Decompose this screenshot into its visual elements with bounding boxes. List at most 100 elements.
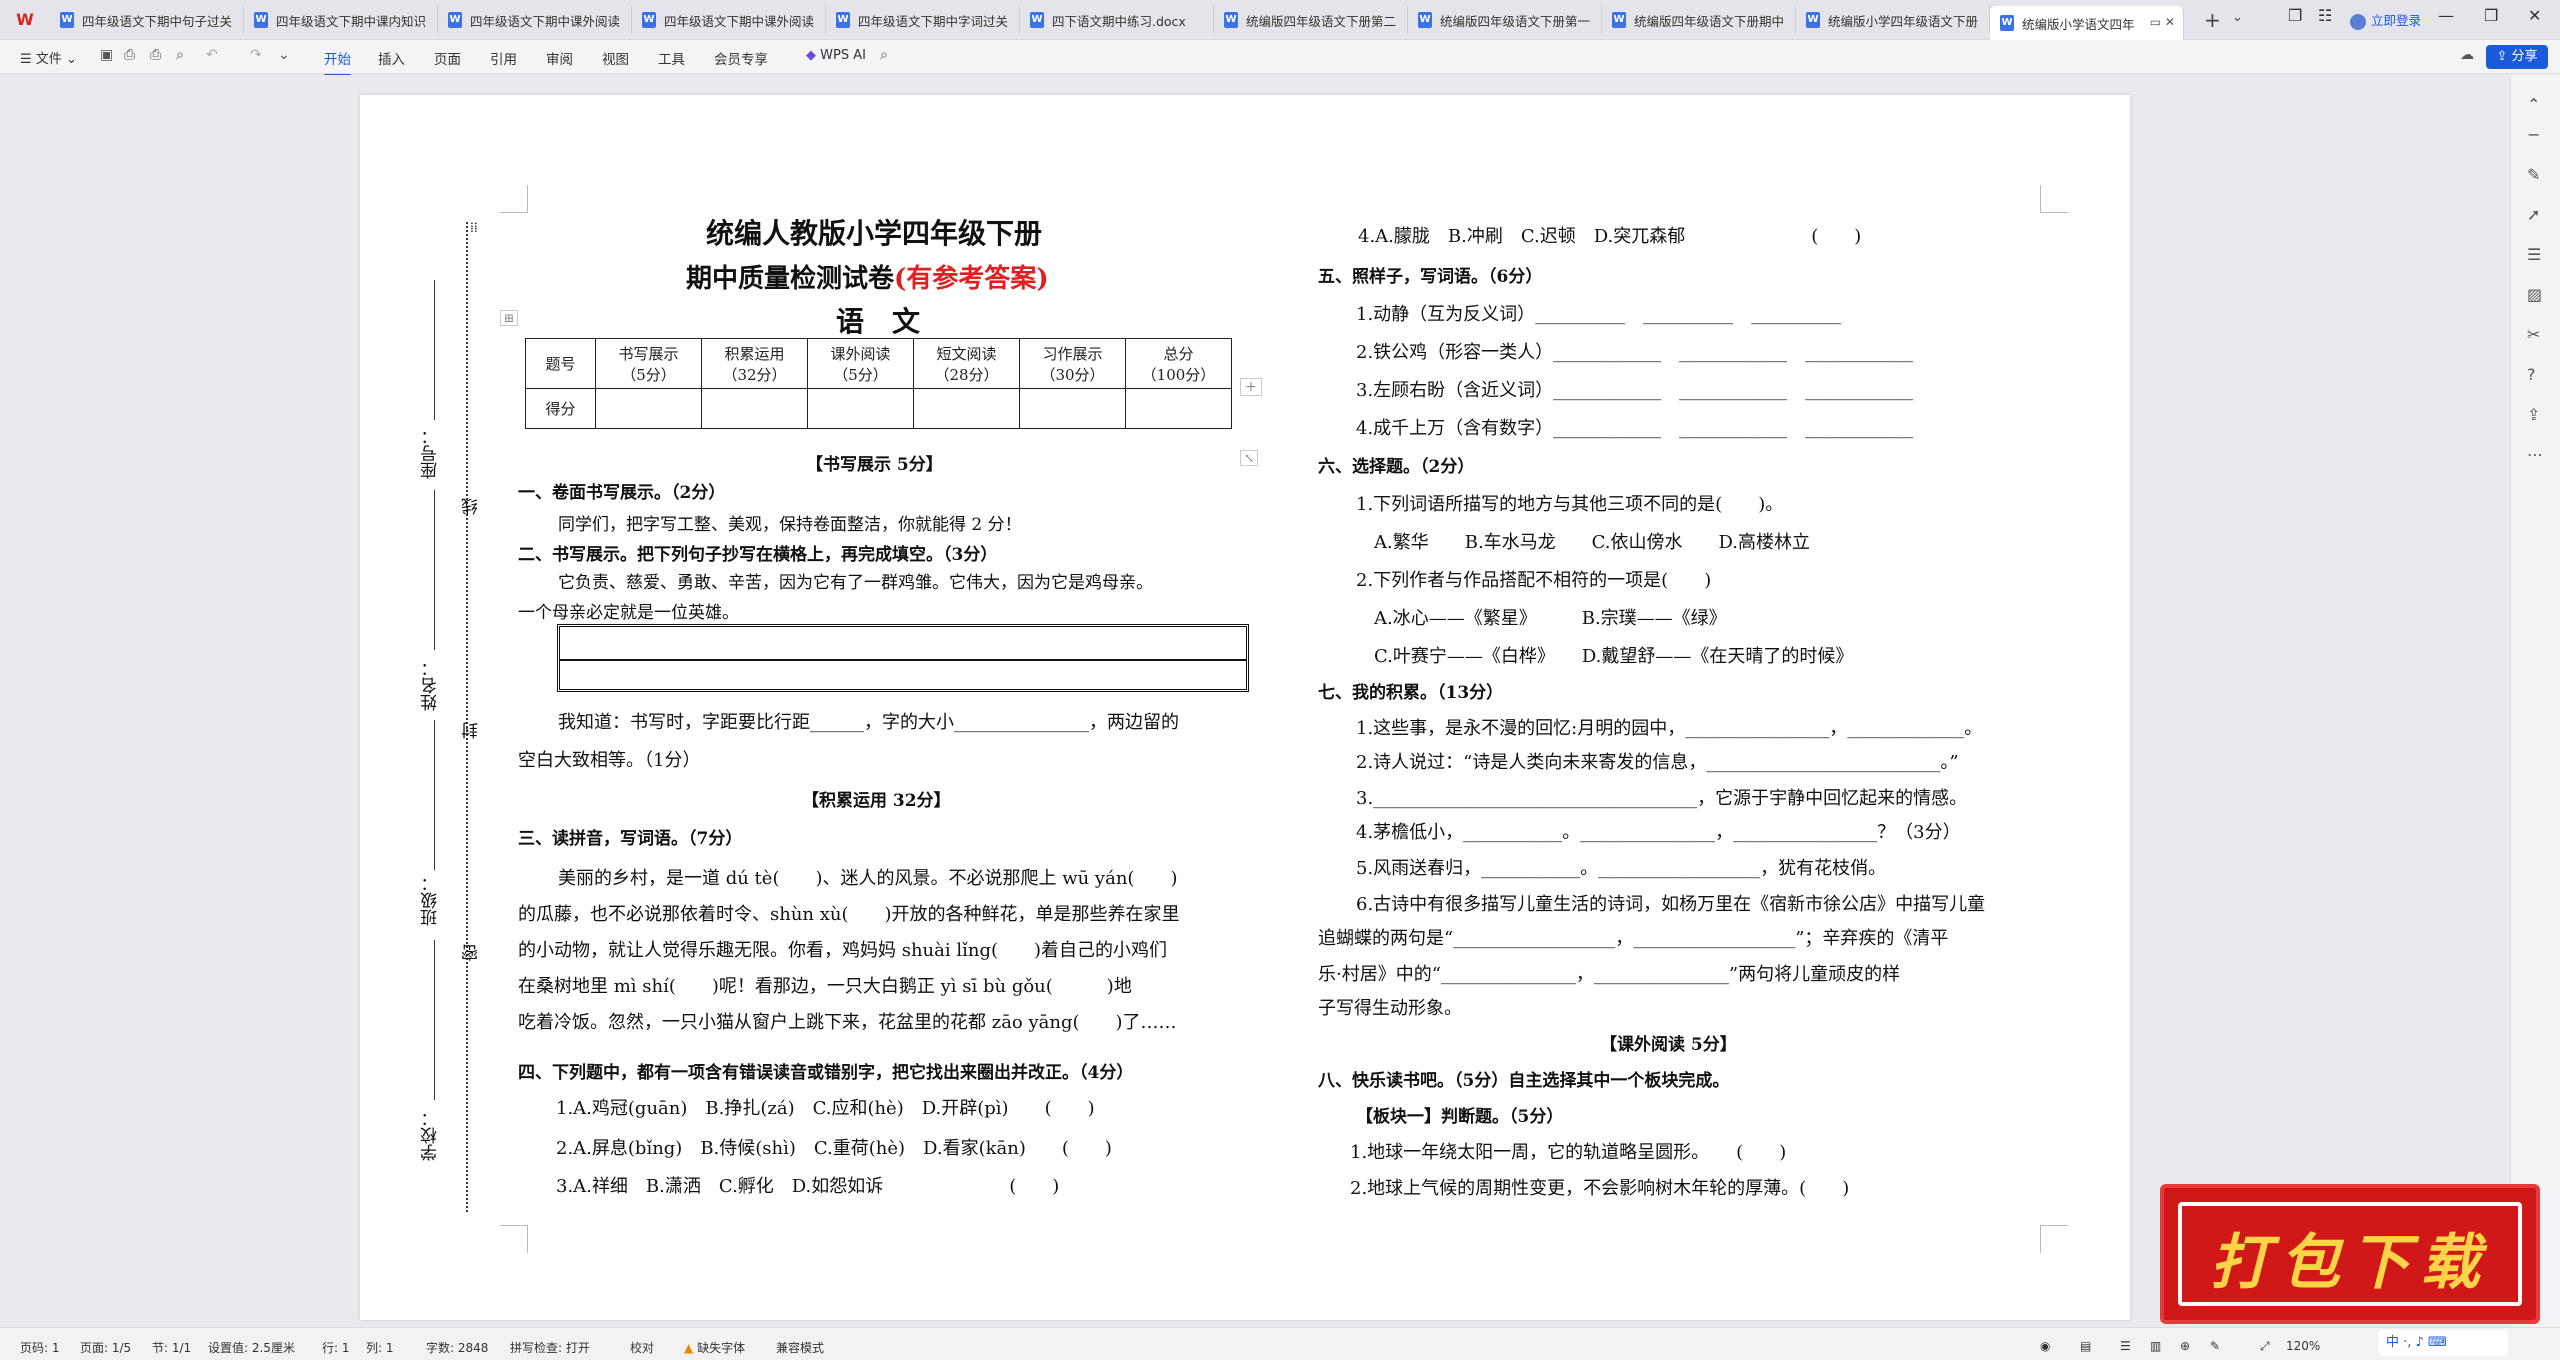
- help-icon[interactable]: ?: [2527, 365, 2536, 384]
- share-button[interactable]: ⇪ 分享: [2486, 45, 2548, 69]
- table-cell[interactable]: [913, 388, 1020, 429]
- tab-label: 四年级语文下期中句子过关: [82, 13, 233, 29]
- minus-icon[interactable]: −: [2527, 125, 2540, 144]
- tab-page[interactable]: 页面: [434, 48, 461, 68]
- status-proof[interactable]: 校对: [630, 1339, 654, 1356]
- table-header-text: 题号: [545, 355, 576, 373]
- status-col[interactable]: 列: 1: [366, 1339, 394, 1356]
- table-header-text: 短文阅读: [936, 344, 997, 363]
- fit-page-icon[interactable]: ⤢: [2260, 1339, 2270, 1354]
- writing-grid[interactable]: [557, 624, 1249, 692]
- tools-icon[interactable]: ✂: [2527, 325, 2540, 344]
- collapse-chevron-icon[interactable]: ⌃: [2527, 95, 2540, 114]
- question-heading: 六、选择题。（2分）: [1318, 457, 1475, 477]
- name-label: 姓名：: [421, 660, 441, 711]
- customize-chevron-icon[interactable]: ⌄: [278, 47, 290, 63]
- table-resize-icon[interactable]: ⤡: [1240, 450, 1259, 466]
- question-heading: 四、下列题中，都有一项含有错误读音或错别字，把它找出来圈出并改正。（4分）: [518, 1063, 1134, 1083]
- status-row[interactable]: 行: 1: [322, 1339, 350, 1356]
- close-icon[interactable]: ▭ ✕: [2150, 15, 2175, 29]
- ribbon: ☰ 文件 ⌄ ▣ ⎙ ⎙ ⌕ ↶ ↷ ⌄ 开始 插入 页面 引用 审阅 视图 工…: [0, 40, 2560, 77]
- doc-tab-active[interactable]: W 统编版小学语文四年 ▭ ✕: [1990, 6, 2184, 40]
- status-pages[interactable]: 页面: 1/5: [80, 1339, 131, 1356]
- tab-tools[interactable]: 工具: [658, 48, 685, 68]
- table-header-text: 习作展示: [1042, 344, 1103, 363]
- save-icon[interactable]: ▣: [100, 47, 113, 63]
- status-page[interactable]: 页码: 1: [20, 1339, 60, 1356]
- new-tab-plus-icon[interactable]: +: [2204, 8, 2221, 32]
- doc-tab[interactable]: W 四年级语文下期中课内知识: [244, 6, 438, 34]
- file-menu[interactable]: ☰ 文件 ⌄: [20, 48, 77, 67]
- tab-insert[interactable]: 插入: [378, 48, 405, 68]
- choice-line: C.叶赛宁——《白桦》 D.戴望舒——《在天晴了的时候》: [1374, 646, 1854, 667]
- doc-tab[interactable]: W 四年级语文下期中课外阅读: [438, 6, 632, 34]
- download-banner[interactable]: 打包下载: [2160, 1184, 2540, 1324]
- upload-icon[interactable]: ⇪: [2527, 405, 2540, 424]
- status-setting[interactable]: 设置值: 2.5厘米: [208, 1339, 295, 1356]
- table-cell[interactable]: [595, 388, 702, 429]
- wps-logo-icon[interactable]: W: [12, 8, 38, 32]
- tab-member[interactable]: 会员专享: [714, 48, 768, 68]
- anchor-handle-icon[interactable]: ⁞⁞: [470, 220, 478, 237]
- table-cell[interactable]: [701, 388, 808, 429]
- minimize-icon[interactable]: —: [2438, 6, 2454, 25]
- write-mode-icon[interactable]: ✎: [2210, 1339, 2220, 1353]
- doc-tab[interactable]: W 四年级语文下期中字词过关: [826, 6, 1020, 34]
- seal-line-char: 封: [462, 722, 482, 739]
- close-window-icon[interactable]: ✕: [2528, 6, 2541, 25]
- ime-toolbar[interactable]: 中 ·, ♪ ⌨: [2378, 1330, 2508, 1356]
- choice-line: A.繁华 B.车水马龙 C.依山傍水 D.高楼林立: [1374, 532, 1811, 553]
- maximize-icon[interactable]: ❐: [2484, 6, 2498, 25]
- tab-bar: W W 四年级语文下期中句子过关 W 四年级语文下期中课内知识 W 四年级语文下期中课…: [0, 0, 2560, 40]
- outline-view-icon[interactable]: ☰: [2120, 1339, 2131, 1353]
- tab-review[interactable]: 审阅: [546, 48, 573, 68]
- doc-tab[interactable]: W 四年级语文下期中句子过关: [50, 6, 244, 34]
- table-cell[interactable]: [1019, 388, 1126, 429]
- status-words[interactable]: 字数: 2848: [426, 1339, 488, 1356]
- table-move-handle-icon[interactable]: ⊞: [500, 310, 519, 326]
- word-doc-icon: W: [836, 12, 850, 28]
- doc-tab[interactable]: W 统编版小学四年级语文下册: [1796, 6, 1990, 34]
- status-font-missing[interactable]: ▲ 缺失字体: [684, 1339, 745, 1356]
- print-icon[interactable]: ⎙: [150, 47, 161, 63]
- undo-icon[interactable]: ↶: [206, 47, 218, 63]
- window-layout-icon[interactable]: ❐: [2288, 6, 2302, 25]
- tab-home[interactable]: 开始: [324, 48, 351, 77]
- zoom-level[interactable]: 120%: [2286, 1339, 2320, 1353]
- doc-tab[interactable]: W 四下语文期中练习.docx: [1020, 6, 1214, 34]
- redo-icon[interactable]: ↷: [250, 47, 262, 63]
- cursor-icon[interactable]: ➚: [2527, 205, 2540, 224]
- status-section[interactable]: 节: 1/1: [152, 1339, 191, 1356]
- table-header: 短文阅读 （28分）: [913, 338, 1020, 389]
- doc-tab[interactable]: W 四年级语文下期中课外阅读: [632, 6, 826, 34]
- more-icon[interactable]: ⋯: [2527, 445, 2543, 464]
- add-column-plus-icon[interactable]: +: [1240, 378, 1262, 396]
- doc-tab[interactable]: W 统编版四年级语文下册第二: [1214, 6, 1408, 34]
- status-compat[interactable]: 兼容模式: [776, 1339, 824, 1356]
- login-button[interactable]: 立即登录: [2350, 10, 2421, 30]
- cloud-sync-icon[interactable]: ☁: [2460, 47, 2474, 63]
- pen-icon[interactable]: ✎: [2527, 165, 2540, 184]
- print-preview-icon[interactable]: ⌕: [176, 47, 184, 63]
- file-menu-label: 文件: [35, 52, 62, 67]
- doc-tab[interactable]: W 统编版四年级语文下册期中: [1602, 6, 1796, 34]
- export-pdf-icon[interactable]: ⎙: [124, 47, 135, 63]
- question-text: 1.这些事，是永不漫的回忆:月明的园中，________________，___…: [1356, 718, 1983, 739]
- sliders-icon[interactable]: ☰: [2527, 245, 2541, 264]
- layout-view-icon[interactable]: ▥: [2150, 1339, 2161, 1353]
- tab-references[interactable]: 引用: [490, 48, 517, 68]
- image-icon[interactable]: ▨: [2527, 285, 2542, 304]
- web-view-icon[interactable]: ⊕: [2180, 1339, 2190, 1353]
- table-cell[interactable]: [807, 388, 914, 429]
- status-spell[interactable]: 拼写检查: 打开: [510, 1339, 590, 1356]
- section-heading: 【课外阅读 5分】: [1600, 1035, 1737, 1055]
- tab-view[interactable]: 视图: [602, 48, 629, 68]
- search-icon[interactable]: ⌕: [880, 47, 888, 63]
- eye-protect-icon[interactable]: ◉: [2040, 1339, 2050, 1353]
- page-view-icon[interactable]: ▤: [2080, 1339, 2091, 1353]
- table-cell[interactable]: [1125, 388, 1232, 429]
- wps-ai-button[interactable]: ◆ WPS AI: [806, 48, 866, 63]
- doc-tab[interactable]: W 统编版四年级语文下册第一: [1408, 6, 1602, 34]
- tab-menu-icon[interactable]: ☷: [2318, 6, 2332, 25]
- tab-list-chevron-icon[interactable]: ⌄: [2232, 10, 2243, 25]
